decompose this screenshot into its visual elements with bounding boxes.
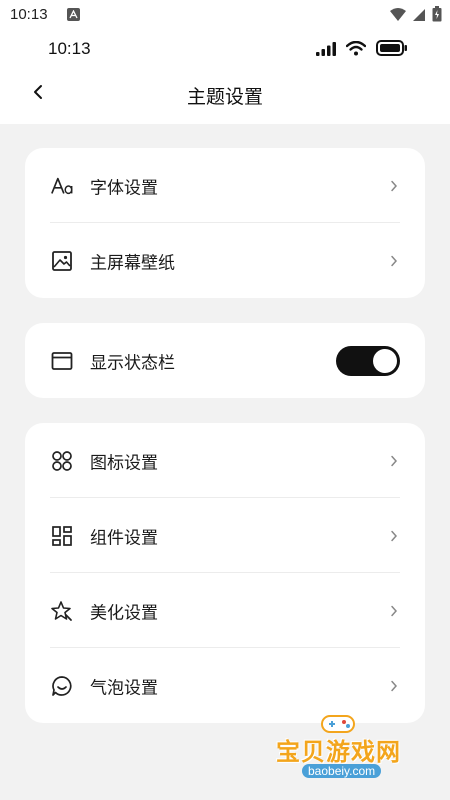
chat-bubble-icon (50, 674, 74, 698)
row-label: 主屏幕壁纸 (90, 253, 175, 273)
cell-signal-icon (412, 7, 426, 26)
app-status-icons (316, 40, 408, 60)
wifi-arc-icon (345, 40, 367, 60)
row-icon-settings[interactable]: 图标设置 (25, 423, 425, 498)
chevron-right-icon (389, 604, 399, 618)
card-font-wallpaper: 字体设置 主屏幕壁纸 (25, 148, 425, 298)
chevron-right-icon (389, 254, 399, 268)
signal-bars-icon (316, 41, 336, 60)
battery-level-icon (376, 40, 408, 60)
chevron-right-icon (389, 179, 399, 193)
card-status-bar: 显示状态栏 (25, 323, 425, 398)
window-icon (50, 349, 74, 373)
row-font-settings[interactable]: 字体设置 (25, 148, 425, 223)
chevron-right-icon (389, 454, 399, 468)
notification-a-icon (67, 8, 80, 21)
page-title: 主题设置 (186, 86, 263, 108)
row-beautify-settings[interactable]: 美化设置 (25, 573, 425, 648)
sparkle-star-icon (50, 599, 74, 623)
app-status-time: 10:13 (48, 39, 91, 58)
row-label: 字体设置 (90, 178, 158, 198)
row-home-wallpaper[interactable]: 主屏幕壁纸 (25, 223, 425, 298)
system-status-bar: 10:13 (0, 0, 450, 30)
wifi-icon (390, 7, 406, 26)
chevron-right-icon (389, 529, 399, 543)
row-widget-settings[interactable]: 组件设置 (25, 498, 425, 573)
toggle-knob (373, 348, 397, 373)
status-bar-toggle[interactable] (336, 345, 400, 376)
battery-icon (432, 6, 442, 26)
row-label: 气泡设置 (90, 678, 158, 698)
row-show-status-bar: 显示状态栏 (25, 323, 425, 398)
site-watermark: 宝贝游戏网 baobeiy.com (272, 712, 422, 796)
wallpaper-icon (50, 249, 74, 273)
row-label: 组件设置 (90, 528, 158, 548)
row-label: 显示状态栏 (90, 353, 175, 373)
row-label: 美化设置 (90, 603, 158, 623)
card-personalization: 图标设置 组件设置 美化设置 气泡设置 (25, 423, 425, 723)
row-label: 图标设置 (90, 453, 158, 473)
widgets-icon (50, 524, 74, 548)
watermark-brand: 宝贝游戏网 (276, 738, 401, 766)
font-icon (50, 174, 74, 198)
watermark-url: baobeiy.com (302, 764, 382, 778)
system-time: 10:13 (10, 6, 48, 23)
chevron-right-icon (389, 679, 399, 693)
app-icons-icon (50, 449, 74, 473)
